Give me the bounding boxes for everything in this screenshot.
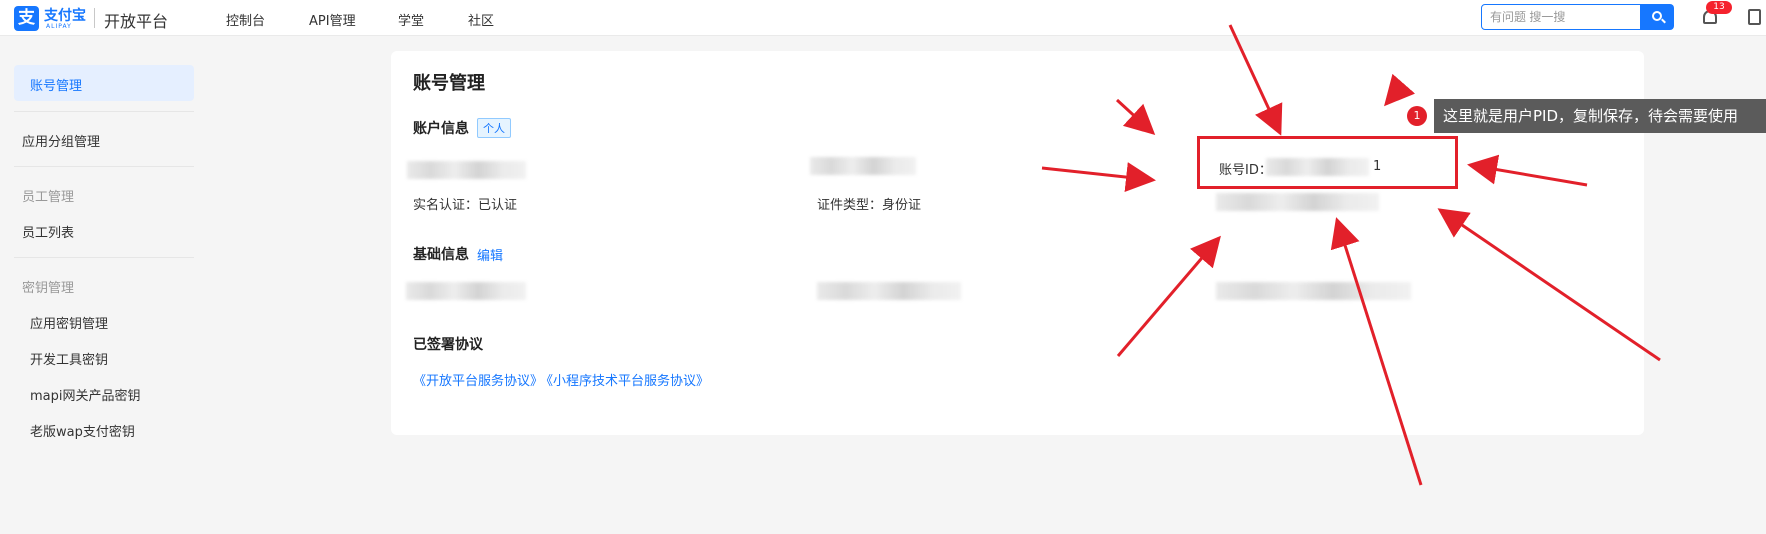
- arrow: [1041, 162, 1156, 193]
- arrow: [1116, 235, 1221, 357]
- arrow: [1384, 73, 1416, 107]
- annotation-arrows: [1041, 24, 1661, 486]
- arrow: [1115, 98, 1156, 136]
- annotation-tooltip: 这里就是用户PID，复制保存，待会需要使用: [1434, 99, 1766, 133]
- arrow: [1467, 154, 1588, 187]
- arrow: [1330, 217, 1423, 486]
- arrow: [1437, 208, 1661, 362]
- annotation-number: 1: [1407, 106, 1427, 126]
- arrow: [1228, 24, 1283, 136]
